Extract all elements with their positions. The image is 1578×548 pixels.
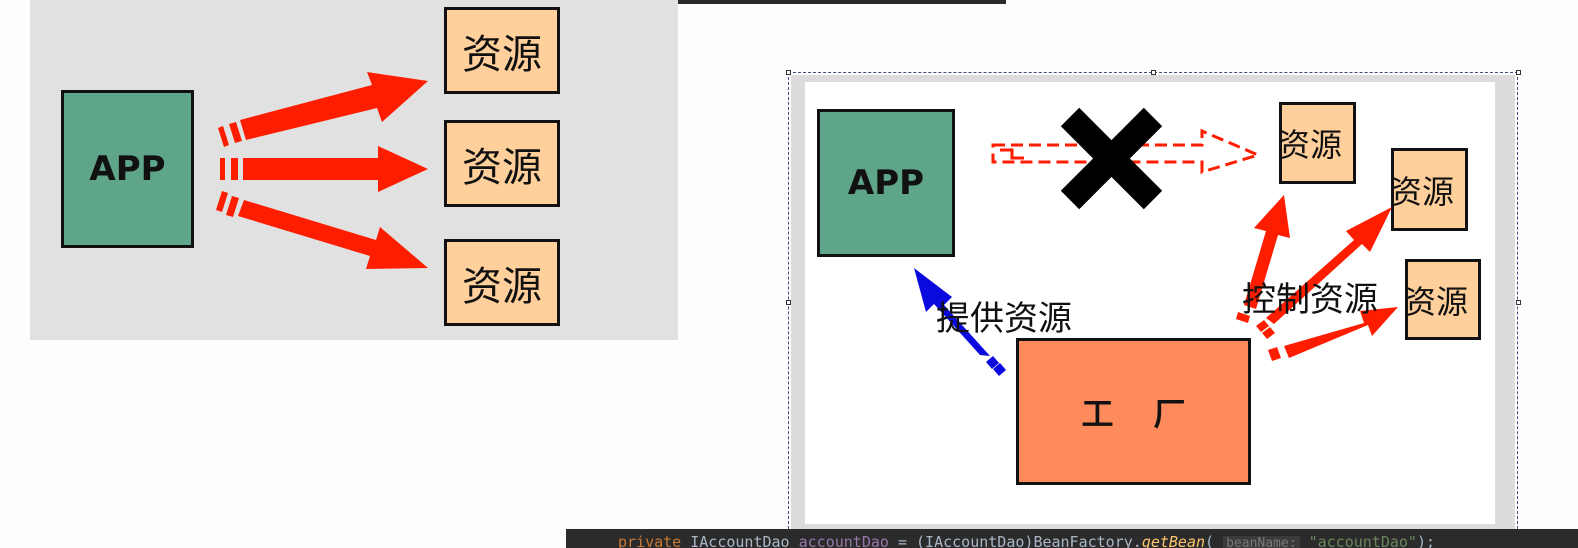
code-editor-line[interactable]: private IAccountDao accountDao = (IAccou… — [566, 529, 1578, 548]
code-close: ); — [1416, 533, 1436, 548]
code-text: private IAccountDao accountDao = (IAccou… — [618, 529, 1435, 548]
code-open-paren: ( — [1205, 533, 1215, 548]
code-param-hint: beanName: — [1223, 536, 1300, 548]
canvas: APP 资源 资源 资源 APP 资源 资源 资源 工厂 提供资源 控制资源 p… — [0, 0, 1578, 548]
code-string: "accountDao" — [1308, 533, 1417, 548]
code-keyword: private — [618, 533, 682, 548]
code-type: IAccountDao — [690, 533, 790, 548]
code-class: BeanFactory. — [1033, 533, 1142, 548]
code-method: getBean — [1141, 533, 1206, 548]
control-resource-label: 控制资源 — [1242, 280, 1378, 320]
code-field: accountDao — [798, 533, 889, 548]
provide-resource-label: 提供资源 — [936, 299, 1072, 339]
code-cast: (IAccountDao) — [916, 533, 1034, 548]
code-equals: = — [897, 533, 907, 548]
x-mark-icon — [1060, 107, 1163, 210]
